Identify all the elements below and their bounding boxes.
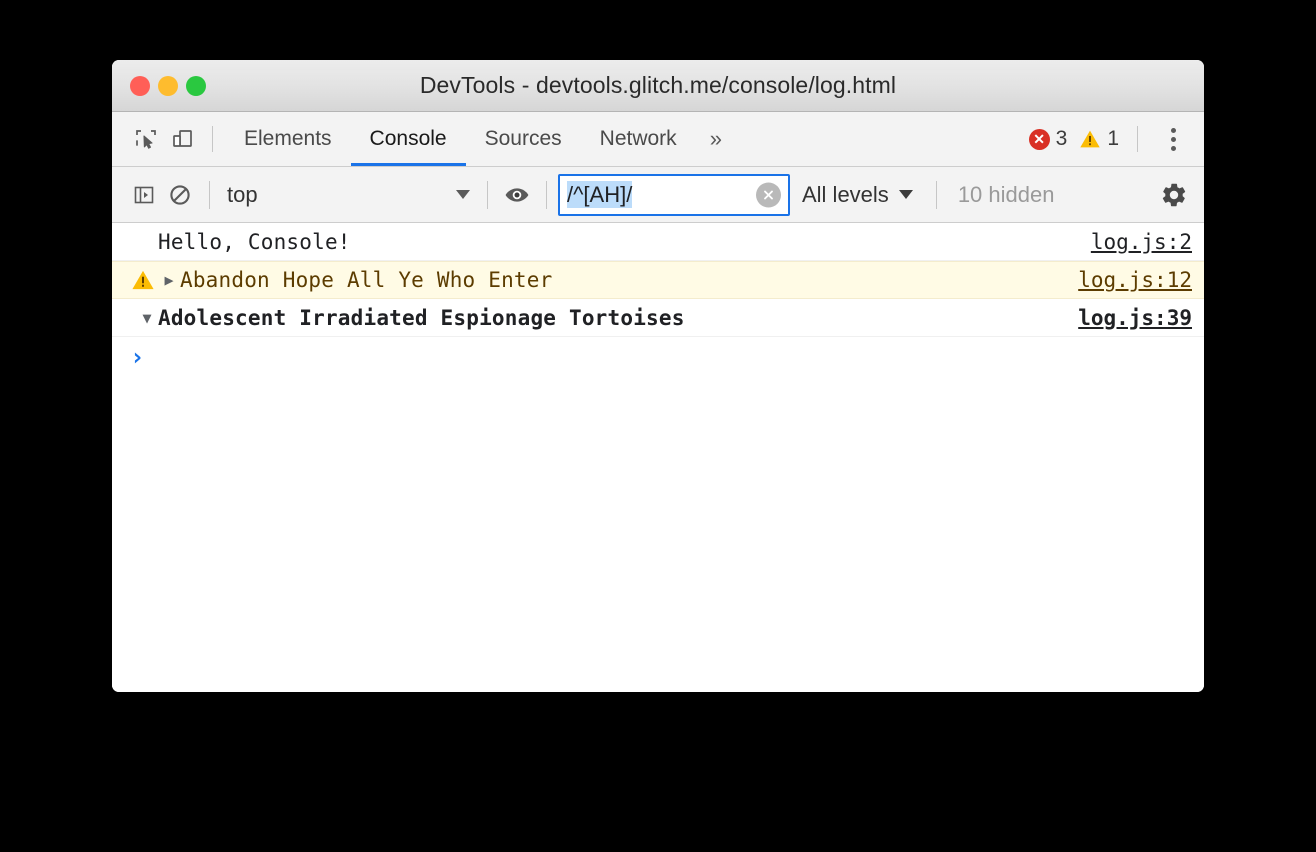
console-sidebar-toggle-icon[interactable] — [126, 177, 162, 213]
kebab-dot — [1170, 127, 1176, 133]
tab-sources-label: Sources — [484, 127, 562, 150]
error-count: 3 — [1055, 127, 1068, 150]
eye-divider — [546, 180, 547, 209]
devtools-window: DevTools - devtools.glitch.me/console/lo… — [112, 60, 1204, 692]
window-traffic-lights — [130, 75, 206, 96]
panel-tabs: Elements Console Sources Network » — [225, 112, 736, 166]
devtools-tab-bar: Elements Console Sources Network » ✕ 3 1 — [112, 112, 1204, 167]
zoom-button[interactable] — [186, 75, 206, 96]
context-divider — [487, 180, 488, 209]
tab-elements-label: Elements — [244, 127, 332, 150]
tab-sources[interactable]: Sources — [466, 112, 581, 166]
clear-filter-icon[interactable] — [756, 182, 781, 207]
eye-icon[interactable] — [499, 177, 535, 213]
warning-count: 1 — [1107, 127, 1119, 150]
console-message-text: Hello, Console! — [158, 229, 351, 254]
levels-divider — [935, 180, 937, 209]
close-button[interactable] — [130, 75, 150, 96]
error-icon: ✕ — [1028, 128, 1050, 150]
disclosure-triangle-expanded-icon[interactable]: ▼ — [136, 309, 158, 327]
device-toolbar-icon[interactable] — [164, 121, 200, 157]
status-divider — [1137, 126, 1138, 152]
log-level-label: All levels — [802, 181, 889, 207]
tab-network-label: Network — [599, 127, 677, 150]
filter-input-value: /^[AH]/ — [567, 180, 633, 209]
kebab-menu-icon[interactable] — [1156, 122, 1190, 156]
console-message-text: Abandon Hope All Ye Who Enter — [180, 268, 553, 292]
execution-context-value: top — [227, 181, 258, 207]
tab-console-label: Console — [369, 127, 447, 150]
warning-badge[interactable]: 1 — [1073, 127, 1125, 151]
window-title: DevTools - devtools.glitch.me/console/lo… — [419, 72, 897, 98]
minimize-button[interactable] — [158, 75, 178, 96]
chevron-down-icon — [456, 190, 470, 199]
source-link[interactable]: log.js:12 — [1058, 268, 1192, 292]
inspect-element-icon[interactable] — [128, 121, 164, 157]
console-filter-toolbar: top /^[AH]/ All levels 10 hidden — [112, 167, 1204, 223]
tab-console[interactable]: Console — [350, 112, 466, 166]
table-row[interactable]: ▼ Adolescent Irradiated Espionage Tortoi… — [112, 299, 1204, 337]
console-prompt[interactable]: › — [112, 337, 1204, 377]
kebab-dot — [1170, 145, 1176, 151]
console-group-title: Adolescent Irradiated Espionage Tortoise… — [158, 305, 685, 330]
log-level-selector[interactable]: All levels — [790, 182, 925, 208]
prompt-chevron-icon: › — [130, 343, 145, 371]
error-badge[interactable]: ✕ 3 — [1023, 127, 1074, 151]
tab-bar-status: ✕ 3 1 — [1023, 122, 1190, 156]
clear-console-icon[interactable] — [162, 177, 198, 213]
tab-elements[interactable]: Elements — [225, 112, 351, 166]
gear-icon[interactable] — [1156, 177, 1192, 213]
disclosure-triangle-collapsed-icon[interactable]: ▶ — [158, 271, 180, 289]
table-row[interactable]: ▶ Abandon Hope All Ye Who Enter log.js:1… — [112, 261, 1204, 299]
chevron-down-icon — [898, 190, 913, 199]
warning-triangle-icon — [128, 269, 158, 291]
execution-context-selector[interactable]: top — [221, 178, 476, 212]
table-row[interactable]: Hello, Console! log.js:2 — [112, 223, 1204, 261]
kebab-dot — [1170, 136, 1176, 142]
warning-triangle-icon — [1079, 129, 1101, 149]
console-filter-input[interactable]: /^[AH]/ — [558, 173, 790, 216]
title-bar: DevTools - devtools.glitch.me/console/lo… — [112, 60, 1204, 112]
source-link[interactable]: log.js:39 — [1058, 306, 1192, 330]
hidden-messages-count: 10 hidden — [957, 181, 1055, 207]
toolbar-divider — [212, 126, 213, 152]
tab-network[interactable]: Network — [581, 112, 696, 166]
source-link[interactable]: log.js:2 — [1071, 230, 1192, 254]
console-message-list[interactable]: Hello, Console! log.js:2 ▶ Abandon Hope … — [112, 223, 1204, 692]
filter-divider — [209, 180, 210, 209]
more-tabs-chevron-icon[interactable]: » — [696, 112, 736, 166]
